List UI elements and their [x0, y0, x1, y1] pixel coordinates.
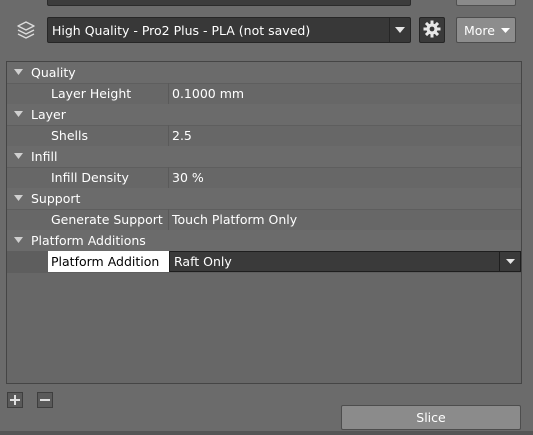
printer-select[interactable]: [47, 0, 411, 6]
more-button[interactable]: More: [456, 17, 516, 43]
setting-value[interactable]: 30 %: [172, 170, 204, 185]
triangle-down-icon[interactable]: [14, 195, 23, 201]
gear-icon: [423, 20, 441, 41]
category-label: Platform Additions: [31, 233, 146, 248]
platform-addition-select[interactable]: Raft Only: [169, 251, 521, 272]
chevron-down-icon[interactable]: [389, 18, 410, 42]
column-divider: [168, 167, 169, 188]
slice-button[interactable]: Slice: [341, 405, 521, 430]
column-divider: [168, 209, 169, 230]
printer-icon: [15, 0, 35, 4]
profile-select-value: High Quality - Pro2 Plus - PLA (not save…: [52, 22, 311, 38]
category-row-infill[interactable]: Infill: [7, 146, 521, 168]
triangle-down-icon[interactable]: [14, 237, 23, 243]
setting-row-shells[interactable]: Shells 2.5: [7, 125, 521, 147]
setting-label: Infill Density: [51, 170, 129, 185]
category-row-layer[interactable]: Layer: [7, 104, 521, 126]
setting-row-platform-addition[interactable]: Platform Addition Raft Only: [7, 251, 521, 273]
setting-value[interactable]: 0.1000 mm: [172, 86, 244, 101]
category-row-platform-additions[interactable]: Platform Additions: [7, 230, 521, 252]
remove-setting-button[interactable]: [37, 392, 53, 408]
more-button-label: More: [464, 22, 495, 38]
add-setting-button[interactable]: [7, 392, 23, 408]
plus-icon: [10, 393, 20, 408]
category-row-quality[interactable]: Quality: [7, 62, 521, 84]
column-divider: [168, 83, 169, 104]
category-label: Support: [31, 191, 81, 206]
platform-addition-value: Raft Only: [174, 254, 232, 269]
category-row-support[interactable]: Support: [7, 188, 521, 210]
category-label: Infill: [31, 149, 58, 164]
setting-row-generate-support[interactable]: Generate Support Touch Platform Only: [7, 209, 521, 231]
profile-settings-button[interactable]: [419, 17, 445, 43]
layers-icon: [15, 19, 37, 41]
settings-panel: Quality Layer Height 0.1000 mm Layer She…: [6, 61, 522, 384]
setting-value[interactable]: Touch Platform Only: [172, 212, 297, 227]
minus-icon: [40, 393, 50, 408]
column-divider: [168, 125, 169, 146]
slice-button-label: Slice: [416, 410, 446, 425]
bottom-edge: [0, 431, 533, 435]
profile-select[interactable]: High Quality - Pro2 Plus - PLA (not save…: [47, 17, 411, 43]
triangle-down-icon[interactable]: [14, 153, 23, 159]
triangle-down-icon[interactable]: [14, 69, 23, 75]
category-label: Quality: [31, 65, 76, 80]
setting-label: Layer Height: [51, 86, 132, 101]
triangle-down-icon[interactable]: [14, 111, 23, 117]
setting-label-selected: Platform Addition: [48, 251, 169, 272]
setting-row-layer-height[interactable]: Layer Height 0.1000 mm: [7, 83, 521, 105]
top-options-button[interactable]: [456, 0, 516, 6]
setting-row-infill-density[interactable]: Infill Density 30 %: [7, 167, 521, 189]
gear-icon[interactable]: [424, 0, 440, 4]
chevron-down-icon: [501, 27, 510, 33]
chevron-down-icon[interactable]: [499, 252, 520, 271]
setting-value[interactable]: 2.5: [172, 128, 192, 143]
setting-label: Generate Support: [51, 212, 163, 227]
category-label: Layer: [31, 107, 66, 122]
setting-label: Shells: [51, 128, 89, 143]
